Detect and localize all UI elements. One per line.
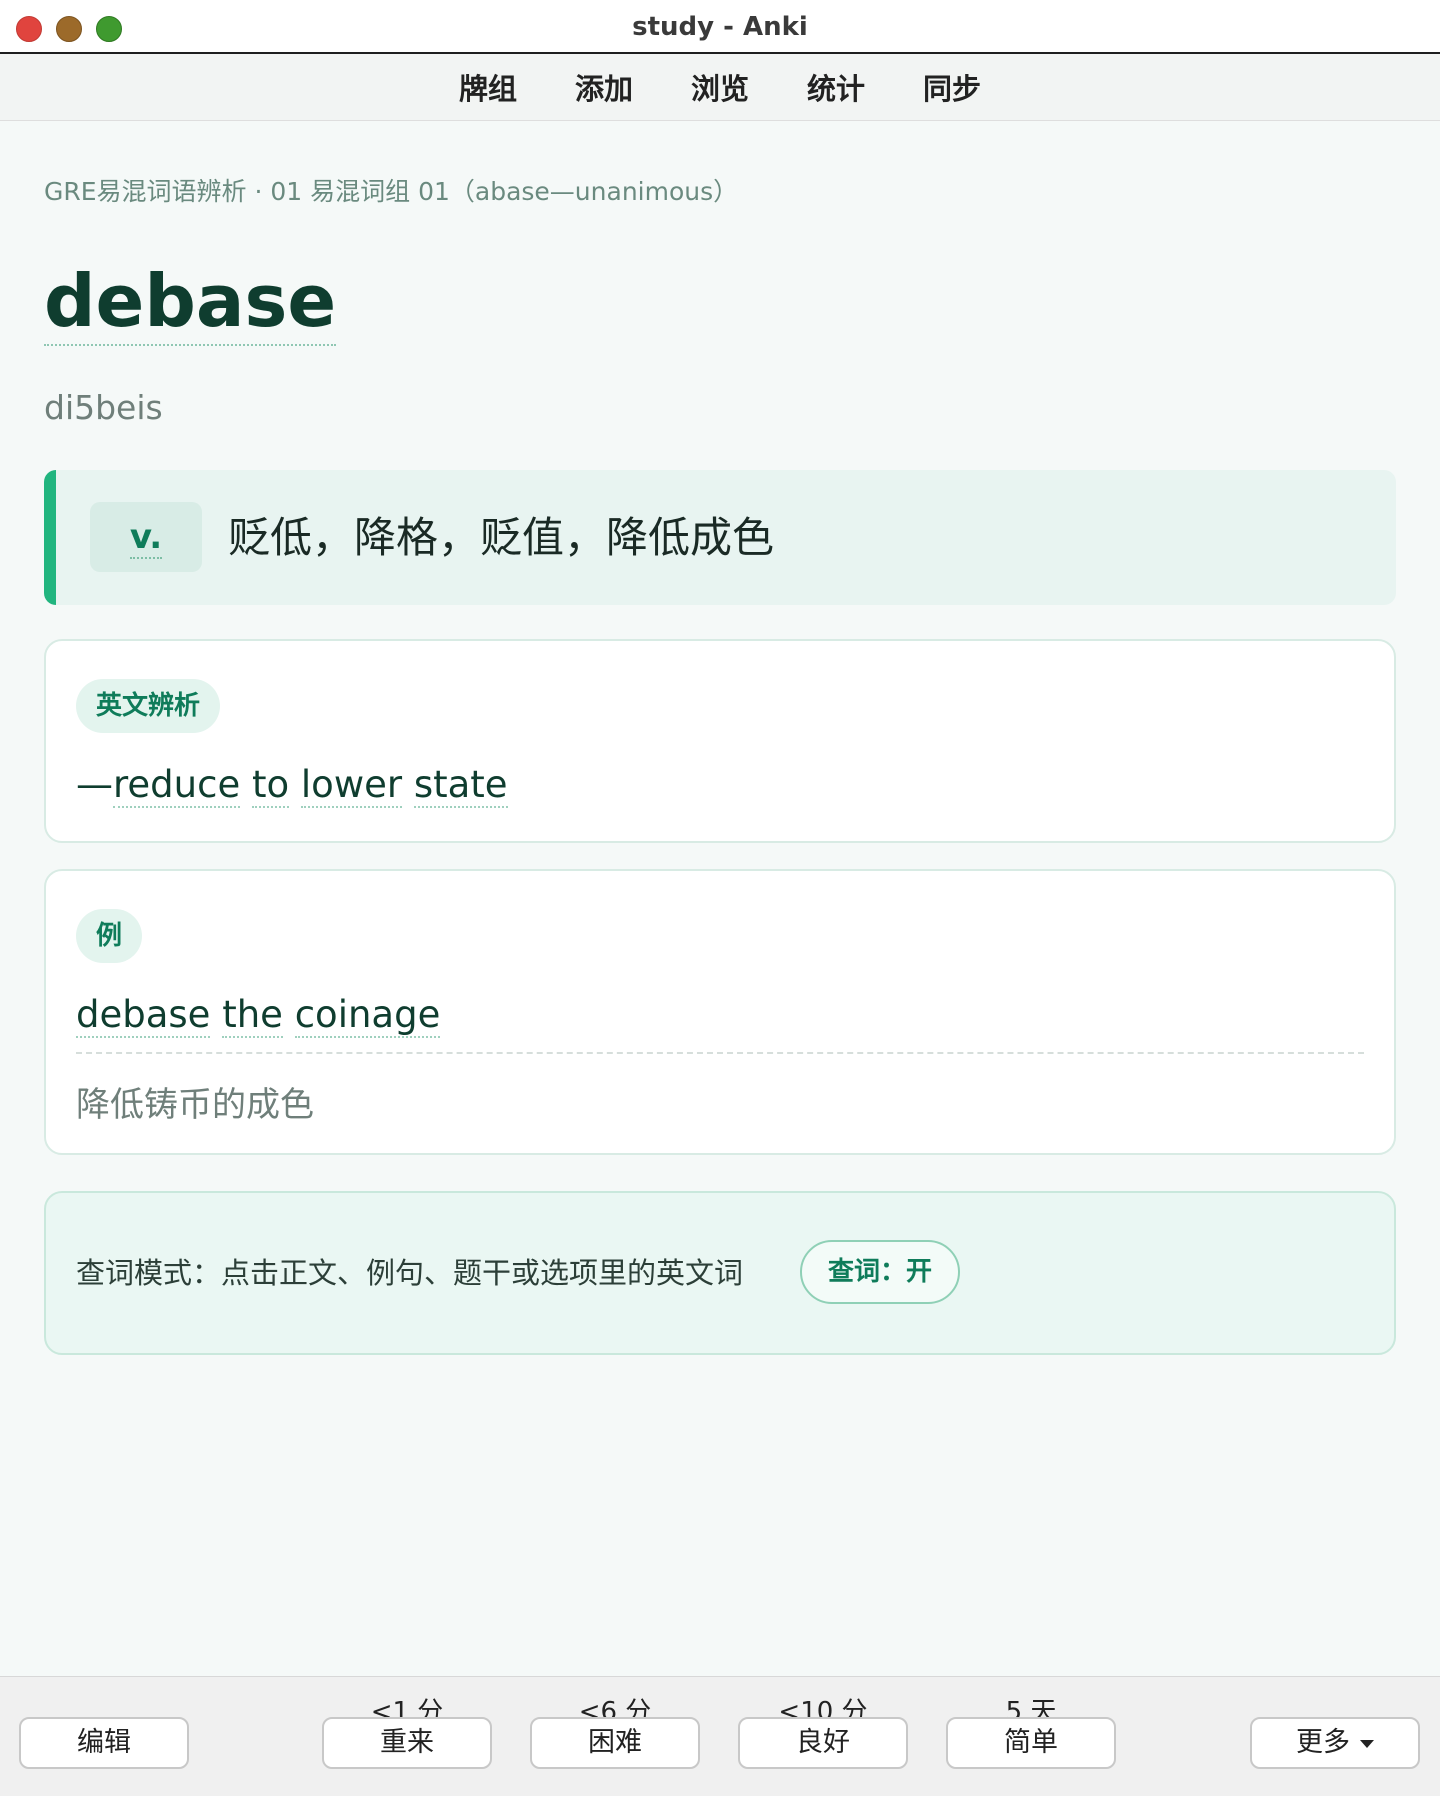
deck-breadcrumb: GRE易混词语辨析 · 01 易混词组 01（abase—unanimous） — [44, 177, 739, 206]
toolbar-sync[interactable]: 同步 — [923, 66, 981, 108]
phonetic: di5beis — [44, 388, 163, 427]
example-word[interactable]: the — [222, 993, 283, 1038]
toolbar-add[interactable]: 添加 — [575, 66, 633, 108]
analysis-word[interactable]: state — [413, 763, 508, 808]
main-toolbar: 牌组 添加 浏览 统计 同步 — [0, 54, 1440, 121]
answer-bar: 编辑 <1 分 重来 <6 分 困难 <10 分 良好 5 天 简单 更多 — [0, 1676, 1440, 1796]
part-of-speech[interactable]: v. — [129, 517, 163, 559]
example-divider — [76, 1052, 1364, 1054]
example-word[interactable]: debase — [76, 993, 211, 1038]
anki-window: study - Anki 牌组 添加 浏览 统计 同步 GRE易混词语辨析 · … — [0, 0, 1440, 1796]
example-translation: 降低铸币的成色 — [76, 1085, 314, 1125]
example-card: 例 debase the coinage 降低铸币的成色 — [44, 869, 1396, 1155]
toolbar-decks[interactable]: 牌组 — [459, 66, 517, 108]
example-label: 例 — [76, 909, 143, 963]
window-title: study - Anki — [632, 12, 808, 42]
analysis-dash: — — [76, 763, 113, 806]
caret-down-icon — [1360, 1739, 1374, 1748]
easy-button[interactable]: 简单 — [946, 1717, 1116, 1769]
example-sentence: debase the coinage — [76, 993, 441, 1038]
toolbar-browse[interactable]: 浏览 — [691, 66, 749, 108]
title-bar: study - Anki — [0, 0, 1440, 54]
lookup-toggle-button[interactable]: 查词：开 — [800, 1240, 960, 1304]
chinese-meaning: 贬低，降格，贬值，降低成色 — [228, 513, 775, 562]
analysis-card: 英文辨析 —reduce to lower state — [44, 639, 1396, 843]
more-label: 更多 — [1296, 1727, 1350, 1758]
lookup-mode-text: 查词模式：点击正文、例句、题干或选项里的英文词 — [76, 1256, 744, 1290]
part-of-speech-tag: v. — [90, 502, 202, 572]
example-word[interactable]: coinage — [294, 993, 441, 1038]
hard-button[interactable]: 困难 — [530, 1717, 700, 1769]
more-button[interactable]: 更多 — [1250, 1717, 1420, 1769]
again-button[interactable]: 重来 — [322, 1717, 492, 1769]
analysis-label: 英文辨析 — [76, 679, 221, 733]
analysis-word[interactable]: to — [251, 763, 290, 808]
analysis-word[interactable]: lower — [300, 763, 403, 808]
analysis-word[interactable]: reduce — [113, 763, 241, 808]
toolbar-stats[interactable]: 统计 — [807, 66, 865, 108]
analysis-text: —reduce to lower state — [76, 763, 508, 808]
lookup-panel: 查词模式：点击正文、例句、题干或选项里的英文词 查词：开 — [44, 1191, 1396, 1355]
edit-button[interactable]: 编辑 — [19, 1717, 189, 1769]
headword[interactable]: debase — [44, 258, 337, 347]
meaning-block: v. 贬低，降格，贬值，降低成色 — [44, 470, 1396, 605]
good-button[interactable]: 良好 — [738, 1717, 908, 1769]
